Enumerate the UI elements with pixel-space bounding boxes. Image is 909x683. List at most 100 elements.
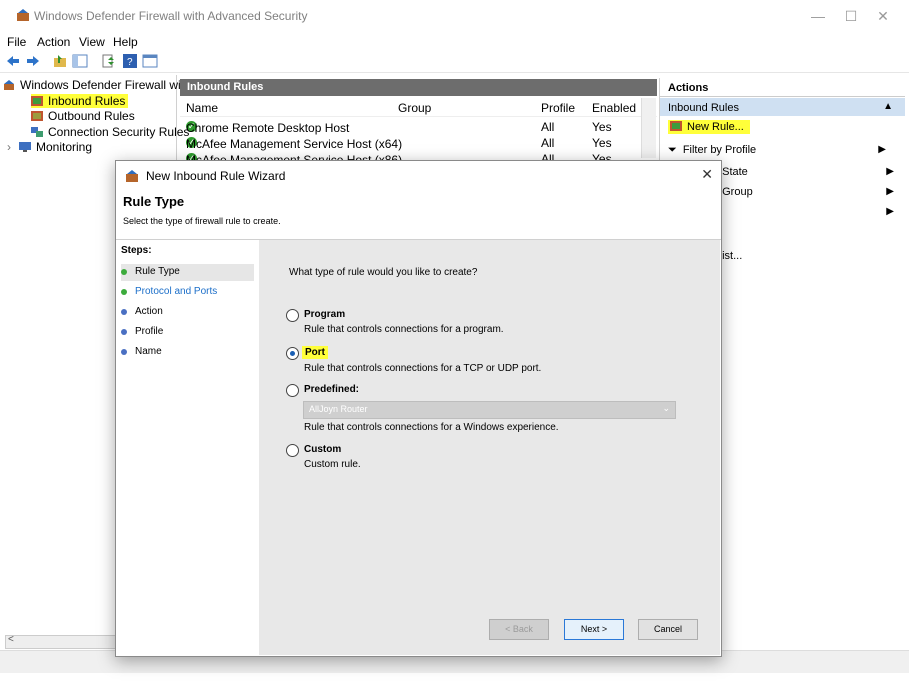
rule-type-question: What type of rule would you like to crea… (289, 267, 478, 278)
tree-item-label: Outbound Rules (48, 109, 135, 123)
cancel-button[interactable]: Cancel (638, 619, 698, 640)
step-label: Name (135, 346, 162, 357)
window-title: Windows Defender Firewall with Advanced … (34, 9, 308, 23)
dialog-title: New Inbound Rule Wizard (146, 169, 286, 183)
tree-item-outbound-rules[interactable]: Outbound Rules (31, 109, 135, 123)
forward-arrow-icon[interactable] (25, 53, 41, 69)
tree-root[interactable]: Windows Defender Firewall with (3, 78, 191, 92)
menu-action[interactable]: Action (37, 35, 70, 49)
menu-file[interactable]: File (7, 35, 26, 49)
new-inbound-rule-wizard: New Inbound Rule Wizard ✕ Rule Type Sele… (115, 160, 722, 657)
rule-profile: All (541, 136, 555, 150)
actions-title: Actions (668, 82, 709, 94)
tree-item-label: Monitoring (36, 140, 93, 154)
column-group[interactable]: Group (398, 101, 431, 115)
inbound-rules-icon (31, 96, 43, 106)
rule-name: Chrome Remote Desktop Host (186, 121, 350, 135)
firewall-icon (126, 170, 138, 182)
step-status-dot-icon (121, 349, 127, 355)
tree-item-connection-security-rules[interactable]: Connection Security Rules (31, 125, 189, 139)
step-status-dot-icon (121, 329, 127, 335)
back-arrow-icon[interactable] (5, 53, 21, 69)
submenu-arrow-icon: ▶ (886, 186, 894, 197)
steps-panel: Steps: Rule Type Protocol and Ports Acti… (116, 240, 259, 655)
column-name[interactable]: Name (186, 101, 218, 115)
dialog-subheading: Select the type of firewall rule to crea… (123, 216, 281, 226)
show-hide-tree-icon[interactable] (72, 53, 88, 69)
tree-item-inbound-rules[interactable]: Inbound Rules (31, 94, 129, 108)
port-option-label[interactable]: Port (302, 346, 328, 359)
tree-item-label: Connection Security Rules (48, 125, 190, 139)
actions-header: Actions (660, 78, 905, 97)
column-profile[interactable]: Profile (541, 101, 575, 115)
step-action[interactable]: Action (121, 304, 254, 321)
rule-enabled: Yes (592, 120, 612, 134)
new-rule-icon (670, 121, 682, 131)
predefined-select-value: AllJoyn Router (309, 404, 368, 414)
new-rule-action[interactable]: New Rule... (668, 120, 750, 134)
list-scrollbar[interactable] (641, 98, 656, 158)
step-name[interactable]: Name (121, 344, 254, 361)
filter-by-profile-action[interactable]: ⏷ Filter by Profile ▶ (668, 144, 898, 157)
back-button[interactable]: < Back (489, 619, 549, 640)
list-panel-header: Inbound Rules (180, 79, 657, 96)
scroll-left-icon[interactable]: < (8, 634, 14, 645)
step-status-dot-icon (121, 289, 127, 295)
step-protocol-and-ports[interactable]: Protocol and Ports (121, 284, 254, 301)
port-option-desc: Rule that controls connections for a TCP… (304, 363, 542, 374)
rule-type-panel: What type of rule would you like to crea… (259, 240, 720, 655)
program-option-label[interactable]: Program (304, 309, 345, 320)
menu-help[interactable]: Help (113, 35, 138, 49)
connection-security-icon (31, 127, 43, 137)
tree-root-label: Windows Defender Firewall with (20, 78, 191, 92)
predefined-select[interactable]: AllJoyn Router ⌄ (303, 401, 676, 419)
custom-radio[interactable] (286, 444, 299, 457)
tree-item-label: Inbound Rules (48, 94, 126, 108)
maximize-button[interactable]: ☐ (840, 6, 862, 26)
help-icon[interactable]: ? (122, 53, 138, 69)
tree-horizontal-scrollbar[interactable]: < (5, 634, 117, 649)
rule-enabled: Yes (592, 136, 612, 150)
step-rule-type[interactable]: Rule Type (121, 264, 254, 281)
properties-icon[interactable] (142, 53, 158, 69)
filter-by-state-action[interactable]: / State ▶ (716, 166, 898, 178)
custom-option-label[interactable]: Custom (304, 444, 341, 455)
step-label: Action (135, 306, 163, 317)
step-status-dot-icon (121, 309, 127, 315)
close-button[interactable]: ✕ (872, 6, 894, 26)
menu-bar: File Action View Help (0, 32, 909, 50)
svg-text:?: ? (127, 57, 133, 68)
menu-view[interactable]: View (79, 35, 105, 49)
actions-section-inbound[interactable]: Inbound Rules ▲ (660, 98, 905, 116)
predefined-radio[interactable] (286, 384, 299, 397)
firewall-icon (4, 80, 14, 90)
program-option-desc: Rule that controls connections for a pro… (304, 324, 504, 335)
predefined-option-label[interactable]: Predefined: (304, 384, 359, 395)
export-list-icon[interactable] (100, 53, 116, 69)
collapse-icon[interactable]: ▲ (883, 101, 893, 112)
step-status-dot-icon (121, 269, 127, 275)
firewall-icon (17, 9, 29, 21)
next-button[interactable]: Next > (564, 619, 624, 640)
toolbar: ? (0, 50, 909, 73)
steps-header: Steps: (121, 245, 152, 256)
program-radio[interactable] (286, 309, 299, 322)
submenu-arrow-icon: ▶ (886, 166, 894, 177)
table-row[interactable]: ✓ McAfee Management Service Host (x64) Al… (180, 135, 640, 151)
table-row[interactable]: ✓ Chrome Remote Desktop Host All Yes (180, 119, 640, 135)
up-folder-icon[interactable] (52, 53, 68, 69)
title-bar: Windows Defender Firewall with Advanced … (0, 0, 909, 32)
step-profile[interactable]: Profile (121, 324, 254, 341)
minimize-button[interactable]: — (807, 6, 829, 26)
list-panel-title: Inbound Rules (187, 81, 264, 93)
step-label: Protocol and Ports (135, 286, 218, 297)
predefined-option-desc: Rule that controls connections for a Win… (304, 422, 559, 433)
column-enabled[interactable]: Enabled (592, 101, 636, 115)
port-radio[interactable] (286, 347, 299, 360)
dialog-close-button[interactable]: ✕ (701, 166, 713, 183)
filter-by-group-action[interactable]: / Group ▶ (716, 186, 898, 198)
filter-icon: ⏷ (668, 144, 677, 156)
tree-item-monitoring[interactable]: › Monitoring (7, 140, 92, 154)
rule-profile: All (541, 120, 555, 134)
expand-icon[interactable]: › (7, 140, 11, 154)
